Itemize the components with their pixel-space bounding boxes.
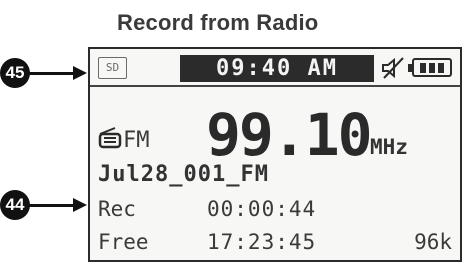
battery-icon — [408, 58, 452, 77]
rec-elapsed-time: 00:00:44 — [207, 197, 317, 221]
callout-number: 45 — [0, 58, 30, 88]
clock-display: 09:40 AM — [180, 55, 374, 82]
free-label: Free — [98, 230, 149, 254]
callout-number: 44 — [0, 190, 30, 220]
recording-filename: Jul28_001_FM — [98, 162, 269, 187]
free-remaining-time: 17:23:45 — [207, 230, 317, 254]
arrow-right-icon — [73, 66, 87, 80]
callout-45: 45 — [0, 58, 90, 88]
callout-line — [29, 72, 75, 75]
callout-line — [29, 204, 75, 207]
frequency-display: 99.10 — [206, 101, 373, 169]
rec-label: Rec — [98, 197, 136, 221]
radio-icon — [98, 127, 122, 149]
page-title: Record from Radio — [117, 10, 319, 35]
sd-card-icon: SD — [98, 57, 127, 79]
callout-44: 44 — [0, 190, 90, 220]
status-bar: SD 09:40 AM — [90, 49, 460, 83]
divider — [90, 85, 460, 87]
arrow-right-icon — [73, 198, 87, 212]
frequency-unit: MHz — [370, 135, 408, 159]
radio-lcd-screen: SD 09:40 AM FM 99.10 MHz Jul28_001_FM Re… — [88, 47, 462, 262]
bitrate-label: 96k — [414, 230, 452, 254]
band-label: FM — [123, 128, 150, 153]
speaker-muted-icon — [382, 57, 404, 79]
